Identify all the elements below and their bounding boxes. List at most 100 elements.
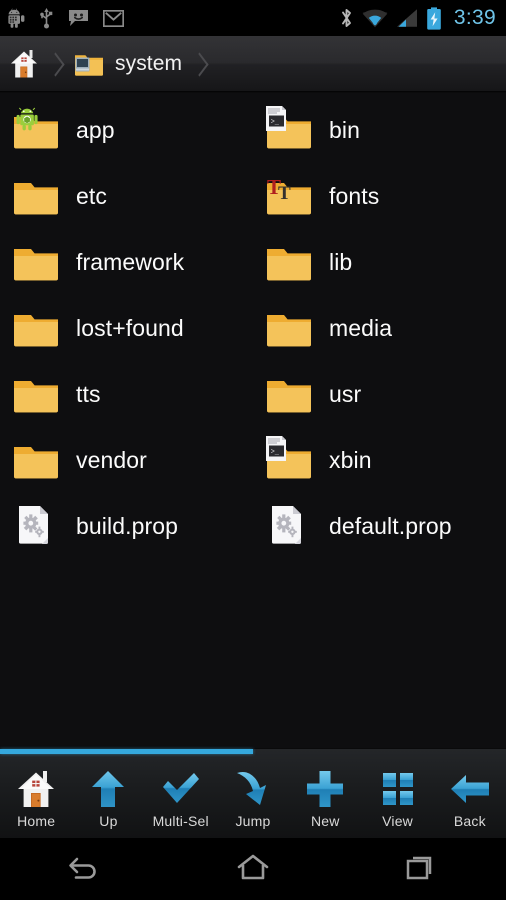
grid-view-icon — [377, 768, 419, 810]
file-item[interactable]: lost+found — [0, 295, 253, 361]
file-manager-screen: 3:39 system app >_ bin etc T T fonts fra… — [0, 0, 506, 900]
breadcrumb-home[interactable] — [0, 36, 44, 91]
toolbar-button-home[interactable]: Home — [0, 754, 72, 839]
toolbar-label: Back — [453, 813, 486, 829]
file-item[interactable]: media — [253, 295, 506, 361]
file-item[interactable]: >_ xbin — [253, 427, 506, 493]
breadcrumb: system — [0, 36, 506, 92]
file-properties-icon — [10, 500, 62, 552]
file-name: lost+found — [76, 314, 184, 341]
folder-icon — [10, 434, 62, 486]
file-name: default.prop — [329, 512, 452, 539]
toolbar-button-jump[interactable]: Jump — [217, 754, 289, 839]
usb-icon — [39, 7, 54, 29]
folder-terminal-icon: >_ — [263, 434, 315, 486]
nav-recents-icon — [404, 851, 440, 888]
gmail-icon — [102, 9, 125, 27]
folder-terminal-icon: >_ — [263, 104, 315, 156]
file-item[interactable]: default.prop — [253, 493, 506, 559]
action-toolbar-items: Home Up Multi-Sel Jump New View Back — [0, 754, 506, 839]
android-debug-icon — [8, 8, 25, 28]
arrow-up-icon — [87, 768, 129, 810]
file-row: build.prop default.prop — [0, 493, 506, 559]
toolbar-label: Jump — [235, 813, 271, 829]
bluetooth-icon — [339, 7, 354, 29]
toolbar-button-multi-sel[interactable]: Multi-Sel — [145, 754, 217, 839]
file-name: usr — [329, 380, 362, 407]
file-row: tts usr — [0, 361, 506, 427]
status-bar: 3:39 — [0, 0, 506, 36]
file-name: bin — [329, 116, 360, 143]
file-name: vendor — [76, 446, 147, 473]
nav-home-icon — [234, 851, 272, 888]
home-icon — [15, 768, 57, 810]
folder-android-icon — [10, 104, 62, 156]
nav-recents-button[interactable] — [337, 838, 506, 900]
toolbar-label: View — [382, 813, 413, 829]
svg-text:>_: >_ — [271, 448, 280, 456]
nav-back-icon — [64, 851, 104, 888]
file-name: app — [76, 116, 115, 143]
folder-icon — [263, 368, 315, 420]
action-toolbar: Home Up Multi-Sel Jump New View Back — [0, 748, 506, 838]
breadcrumb-label: system — [115, 51, 183, 75]
toolbar-label: New — [310, 813, 340, 829]
sms-icon — [68, 9, 89, 27]
checkmark-icon — [160, 768, 202, 810]
jump-arrow-icon — [232, 768, 274, 810]
file-name: etc — [76, 182, 107, 209]
toolbar-button-back[interactable]: Back — [434, 754, 506, 839]
plus-icon — [304, 768, 346, 810]
file-list[interactable]: app >_ bin etc T T fonts framework lib l… — [0, 93, 506, 748]
file-item[interactable]: build.prop — [0, 493, 253, 559]
battery-charging-icon — [426, 6, 442, 30]
file-row: lost+found media — [0, 295, 506, 361]
file-item[interactable]: T T fonts — [253, 163, 506, 229]
folder-icon — [10, 302, 62, 354]
file-row: etc T T fonts — [0, 163, 506, 229]
folder-icon — [263, 236, 315, 288]
file-name: framework — [76, 248, 185, 275]
nav-home-button[interactable] — [169, 838, 338, 900]
arrow-left-icon — [449, 768, 491, 810]
folder-icon — [10, 170, 62, 222]
toolbar-button-new[interactable]: New — [289, 754, 361, 839]
file-item[interactable]: lib — [253, 229, 506, 295]
breadcrumb-separator-icon-2 — [188, 36, 208, 91]
file-item[interactable]: usr — [253, 361, 506, 427]
file-name: lib — [329, 248, 353, 275]
file-row: framework lib — [0, 229, 506, 295]
wifi-icon — [362, 8, 388, 28]
file-item[interactable]: etc — [0, 163, 253, 229]
file-item[interactable]: app — [0, 97, 253, 163]
status-bar-system-icons: 3:39 — [339, 6, 496, 30]
toolbar-label: Up — [99, 813, 118, 829]
android-navigation-bar — [0, 838, 506, 900]
cellular-signal-icon — [396, 8, 418, 28]
file-row: app >_ bin — [0, 97, 506, 163]
file-properties-icon — [263, 500, 315, 552]
file-name: tts — [76, 380, 101, 407]
file-item[interactable]: tts — [0, 361, 253, 427]
svg-text:T: T — [278, 183, 291, 204]
svg-text:>_: >_ — [271, 118, 280, 126]
file-name: xbin — [329, 446, 372, 473]
file-name: build.prop — [76, 512, 179, 539]
file-item[interactable]: >_ bin — [253, 97, 506, 163]
status-bar-notification-icons — [8, 7, 125, 29]
folder-icon — [263, 302, 315, 354]
toolbar-button-view[interactable]: View — [361, 754, 433, 839]
status-bar-clock: 3:39 — [453, 6, 496, 29]
file-item[interactable]: vendor — [0, 427, 253, 493]
folder-icon — [10, 236, 62, 288]
breadcrumb-item-system[interactable]: system — [64, 36, 188, 91]
folder-system-icon — [74, 51, 104, 77]
home-icon — [10, 49, 38, 79]
file-name: fonts — [329, 182, 380, 209]
breadcrumb-separator-icon — [44, 36, 64, 91]
toolbar-label: Multi-Sel — [152, 813, 209, 829]
file-item[interactable]: framework — [0, 229, 253, 295]
toolbar-button-up[interactable]: Up — [72, 754, 144, 839]
nav-back-button[interactable] — [0, 838, 169, 900]
file-name: media — [329, 314, 393, 341]
